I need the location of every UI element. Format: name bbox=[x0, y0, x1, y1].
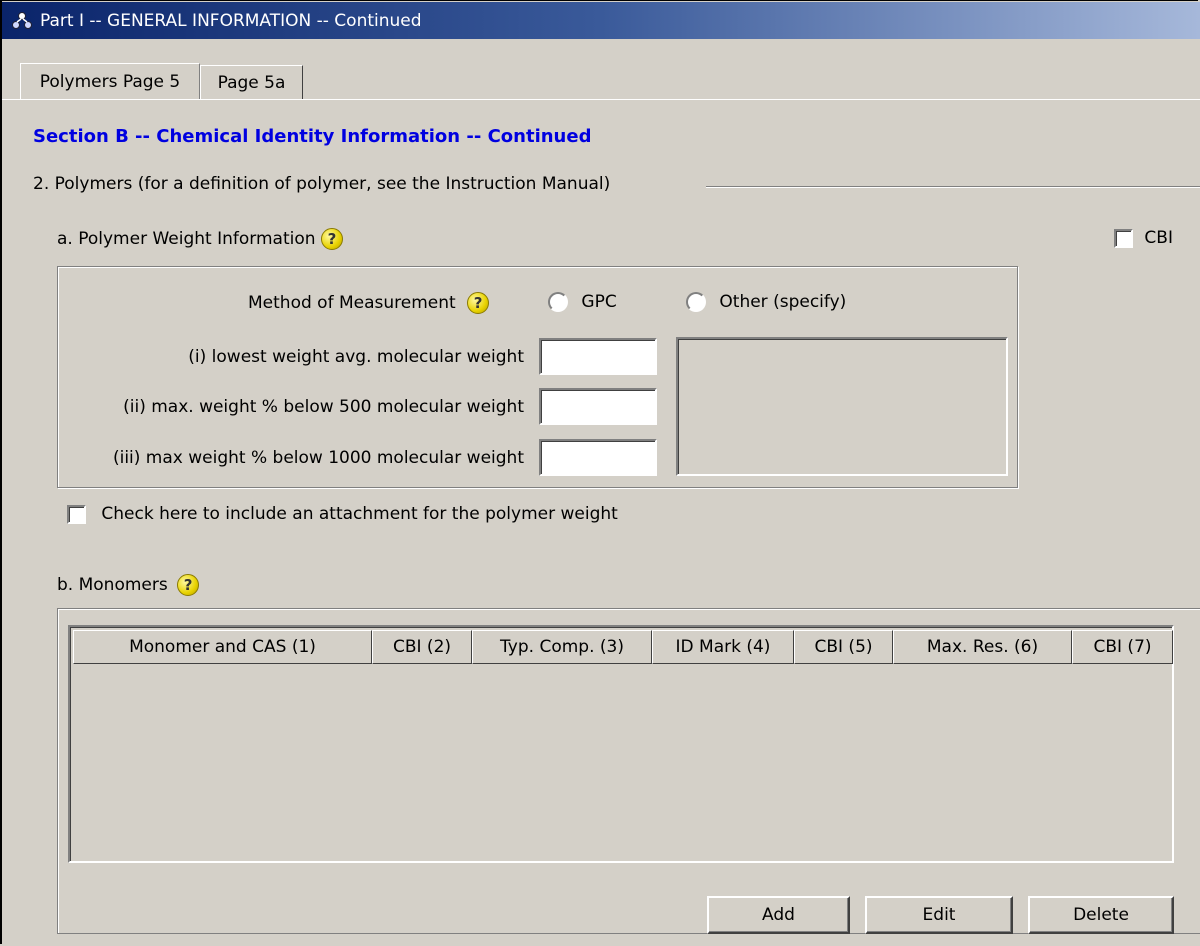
add-button[interactable]: Add bbox=[707, 896, 850, 934]
table-header: Monomer and CAS (1) CBI (2) Typ. Comp. (… bbox=[73, 630, 1173, 664]
column-header-max-res[interactable]: Max. Res. (6) bbox=[893, 630, 1072, 664]
cbi-checkbox[interactable] bbox=[1114, 228, 1133, 248]
help-question-icon[interactable]: ? bbox=[177, 574, 200, 596]
monomers-heading: b. Monomers bbox=[57, 575, 168, 595]
method-row: Method of Measurement ? bbox=[248, 292, 490, 314]
attachment-row[interactable]: Check here to include an attachment for … bbox=[67, 504, 618, 524]
method-label: Method of Measurement bbox=[248, 293, 456, 313]
other-specify-textarea[interactable] bbox=[676, 337, 1008, 476]
column-header-cbi-5[interactable]: CBI (5) bbox=[794, 630, 893, 664]
column-header-typ-comp[interactable]: Typ. Comp. (3) bbox=[472, 630, 652, 664]
tab-strip: Polymers Page 5 Page 5a bbox=[2, 39, 1200, 99]
cbi-label: CBI bbox=[1144, 228, 1173, 248]
tab-divider bbox=[2, 99, 1200, 101]
radio-gpc-row[interactable]: GPC bbox=[548, 292, 617, 312]
tab-label: Page 5a bbox=[217, 72, 286, 93]
field-below-1000-input[interactable] bbox=[539, 439, 657, 476]
column-header-monomer-cas[interactable]: Monomer and CAS (1) bbox=[73, 630, 372, 664]
field-below-500-label: (ii) max. weight % below 500 molecular w… bbox=[123, 397, 524, 417]
monomers-heading-row: b. Monomers ? bbox=[57, 574, 200, 596]
weight-info-heading-row: a. Polymer Weight Information ? bbox=[57, 228, 343, 250]
delete-button[interactable]: Delete bbox=[1028, 896, 1174, 934]
window-title: Part I -- GENERAL INFORMATION -- Continu… bbox=[40, 10, 422, 31]
edit-button[interactable]: Edit bbox=[865, 896, 1013, 934]
cbi-checkbox-row[interactable]: CBI bbox=[1114, 228, 1173, 248]
field-below-1000-label: (iii) max weight % below 1000 molecular … bbox=[112, 448, 524, 468]
column-header-id-mark[interactable]: ID Mark (4) bbox=[652, 630, 794, 664]
tab-polymers-page-5[interactable]: Polymers Page 5 bbox=[20, 63, 200, 99]
section-title: Section B -- Chemical Identity Informati… bbox=[33, 126, 592, 147]
polymers-heading: 2. Polymers (for a definition of polymer… bbox=[33, 174, 611, 194]
heading-rule bbox=[706, 186, 1200, 188]
field-below-500-input[interactable] bbox=[539, 388, 657, 425]
field-lowest-mw-label: (i) lowest weight avg. molecular weight bbox=[188, 347, 524, 367]
molecule-icon bbox=[12, 11, 32, 29]
monomers-table[interactable]: Monomer and CAS (1) CBI (2) Typ. Comp. (… bbox=[68, 625, 1174, 863]
radio-other-row[interactable]: Other (specify) bbox=[686, 292, 846, 312]
help-question-icon[interactable]: ? bbox=[320, 228, 343, 250]
column-header-cbi-2[interactable]: CBI (2) bbox=[372, 630, 472, 664]
help-question-icon[interactable]: ? bbox=[467, 292, 490, 314]
radio-gpc-label: GPC bbox=[581, 292, 617, 312]
radio-gpc[interactable] bbox=[548, 292, 568, 312]
weight-info-heading: a. Polymer Weight Information bbox=[57, 229, 316, 249]
field-lowest-mw-input[interactable] bbox=[539, 338, 657, 375]
title-bar: Part I -- GENERAL INFORMATION -- Continu… bbox=[2, 2, 1200, 39]
tab-label: Polymers Page 5 bbox=[39, 71, 181, 92]
attachment-checkbox[interactable] bbox=[67, 504, 86, 524]
column-header-cbi-7[interactable]: CBI (7) bbox=[1072, 630, 1173, 664]
tab-page-5a[interactable]: Page 5a bbox=[200, 65, 303, 99]
radio-other[interactable] bbox=[686, 292, 706, 312]
radio-other-label: Other (specify) bbox=[719, 292, 847, 312]
attachment-label: Check here to include an attachment for … bbox=[101, 504, 618, 524]
